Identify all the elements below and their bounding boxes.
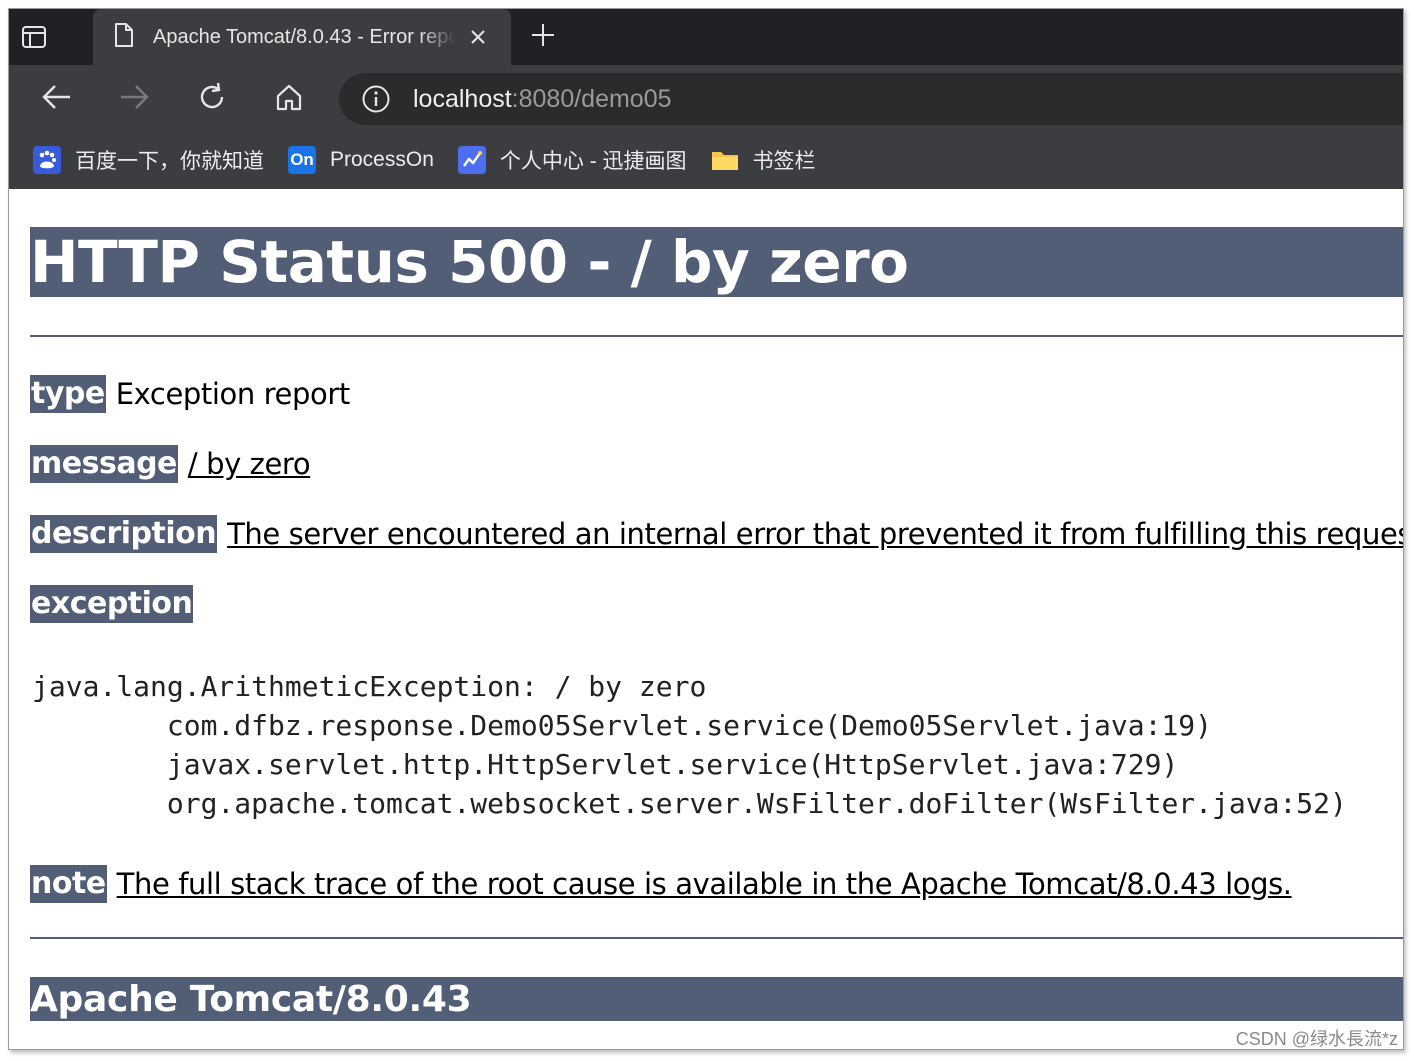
- bookmark-xunjie[interactable]: 个人中心 - 迅捷画图: [457, 145, 687, 175]
- tab-close-icon[interactable]: [469, 28, 487, 46]
- type-row: type Exception report: [30, 359, 1403, 429]
- description-label: description: [30, 515, 218, 553]
- note-row: note The full stack trace of the root ca…: [30, 849, 1403, 919]
- url-host: localhost: [413, 84, 512, 113]
- arrow-left-icon: [41, 83, 73, 115]
- message-label: message: [30, 445, 178, 483]
- page-title: HTTP Status 500 - / by zero: [30, 227, 1403, 297]
- forward-button[interactable]: [116, 81, 152, 117]
- tab-actions-button[interactable]: [21, 19, 81, 59]
- bookmark-label: ProcessOn: [330, 148, 434, 171]
- browser-window: Apache Tomcat/8.0.43 - Error report loca…: [8, 8, 1404, 1050]
- bookmark-baidu[interactable]: 百度一下，你就知道: [33, 145, 264, 175]
- bookmark-processon[interactable]: On ProcessOn: [288, 146, 434, 174]
- folder-icon: [711, 146, 739, 174]
- tab-strip: Apache Tomcat/8.0.43 - Error report: [9, 9, 1403, 65]
- arrow-right-icon: [118, 83, 150, 115]
- type-value: Exception report: [115, 377, 351, 411]
- note-label: note: [30, 865, 107, 903]
- tab-title: Apache Tomcat/8.0.43 - Error report: [153, 25, 455, 48]
- address-bar[interactable]: localhost:8080/demo05: [339, 73, 1403, 125]
- tab-active[interactable]: Apache Tomcat/8.0.43 - Error report: [93, 9, 511, 65]
- new-tab-button[interactable]: [527, 21, 559, 53]
- watermark: CSDN @绿水長流*z: [1235, 1029, 1398, 1049]
- exception-row: exception: [30, 569, 1403, 639]
- server-footer: Apache Tomcat/8.0.43: [30, 977, 1403, 1021]
- home-button[interactable]: [271, 81, 307, 117]
- bookmark-folder[interactable]: 书签栏: [711, 145, 816, 175]
- baidu-icon: [33, 146, 61, 174]
- url-text[interactable]: localhost:8080/demo05: [413, 85, 672, 114]
- error-page: HTTP Status 500 - / by zero type Excepti…: [30, 189, 1403, 1021]
- url-port-path: :8080/demo05: [511, 84, 672, 113]
- plus-icon: [529, 21, 557, 53]
- info-icon[interactable]: [361, 84, 391, 114]
- page-document-icon: [113, 22, 135, 52]
- divider: [30, 937, 1403, 939]
- back-button[interactable]: [39, 81, 75, 117]
- reload-icon: [197, 82, 227, 116]
- exception-label: exception: [30, 585, 194, 623]
- note-value: The full stack trace of the root cause i…: [116, 867, 1292, 901]
- reload-button[interactable]: [194, 81, 230, 117]
- stack-trace: java.lang.ArithmeticException: / by zero…: [32, 670, 1347, 820]
- navigation-toolbar: localhost:8080/demo05: [9, 65, 1403, 131]
- processon-icon: On: [288, 146, 316, 174]
- tab-actions-icon: [21, 25, 47, 53]
- bookmark-label: 百度一下，你就知道: [75, 150, 264, 173]
- type-label: type: [30, 375, 106, 413]
- description-row: description The server encountered an in…: [30, 499, 1403, 569]
- bookmark-label: 个人中心 - 迅捷画图: [499, 150, 687, 173]
- bookmark-label: 书签栏: [752, 150, 816, 173]
- divider: [30, 335, 1403, 337]
- bookmarks-bar: 百度一下，你就知道 On ProcessOn 个人中心 - 迅捷画图 书签栏: [9, 131, 1403, 189]
- message-row: message / by zero: [30, 429, 1403, 499]
- xunjie-icon: [457, 146, 486, 174]
- message-value: / by zero: [187, 447, 311, 481]
- home-icon: [274, 82, 304, 116]
- description-value: The server encountered an internal error…: [227, 517, 1404, 551]
